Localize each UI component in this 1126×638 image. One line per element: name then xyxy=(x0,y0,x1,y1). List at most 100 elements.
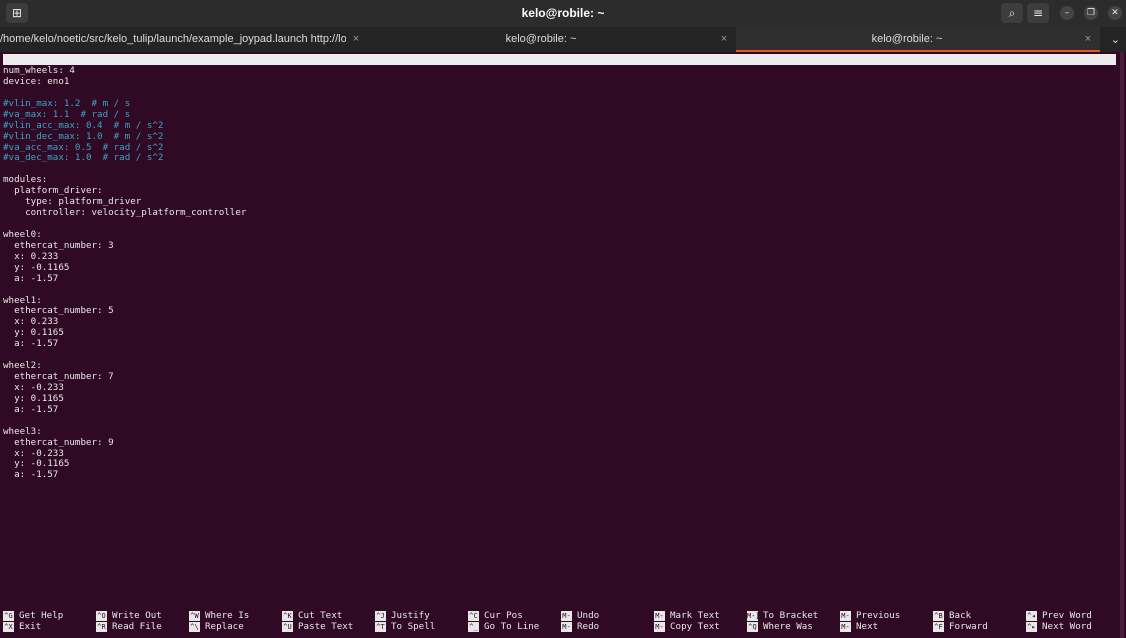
shortcut-key: ^C xyxy=(468,611,479,621)
shortcut-label: Next Word xyxy=(1042,621,1092,632)
code-line: wheel0: xyxy=(3,228,42,240)
code-line: ethercat_number: 5 xyxy=(3,305,114,317)
window-title: kelo@robile: ~ xyxy=(521,6,605,20)
shortcut-label: Get Help xyxy=(19,610,64,621)
shortcut-item: ^◂ Prev Word ^▸ Next Word xyxy=(1026,611,1116,633)
code-line: y: -0.1165 xyxy=(3,261,70,273)
code-line: controller: velocity_platform_controller xyxy=(3,207,247,219)
shortcut-key: ^G xyxy=(3,611,14,621)
tab-close-icon[interactable]: × xyxy=(718,27,730,52)
shortcut-label: To Spell xyxy=(391,621,436,632)
shortcut-label: Back xyxy=(949,610,972,621)
shortcut-label: Copy Text xyxy=(670,621,720,632)
shortcut-key: ^O xyxy=(96,611,107,621)
shortcut-key: M-E xyxy=(561,622,572,632)
shortcut-label: Next xyxy=(856,621,879,632)
shortcut-label: Redo xyxy=(577,621,600,632)
shortcut-key: ^T xyxy=(375,622,386,632)
nano-header-bar: GNU nano 4.8 noetic/src/kelo_tulip/confi… xyxy=(3,54,1116,98)
code-line: a: -1.57 xyxy=(3,272,59,284)
search-button[interactable]: ⌕ xyxy=(1001,3,1023,23)
code-line: x: 0.233 xyxy=(3,250,59,262)
shortcut-key: M-] xyxy=(747,611,758,621)
code-line: type: platform_driver xyxy=(3,196,142,208)
close-icon: ✕ xyxy=(1111,8,1119,18)
code-comment-line: #va_acc_max: 0.5 # rad / s^2 xyxy=(3,141,164,153)
shortcut-key: M-W xyxy=(840,622,851,632)
shortcut-label: Forward xyxy=(949,621,988,632)
tab-close-icon[interactable]: × xyxy=(350,27,362,52)
shortcut-label: Exit xyxy=(19,621,42,632)
code-line: y: 0.1165 xyxy=(3,327,64,339)
code-line: a: -1.57 xyxy=(3,403,59,415)
shortcut-key: ^\ xyxy=(189,622,200,632)
shortcut-item: ^O Write Out ^R Read File xyxy=(96,611,186,633)
shortcut-key: ^◂ xyxy=(1026,611,1037,621)
code-line: x: -0.233 xyxy=(3,381,64,393)
shortcut-key: M-U xyxy=(561,611,572,621)
code-line: ethercat_number: 9 xyxy=(3,436,114,448)
code-line: ethercat_number: 7 xyxy=(3,371,114,383)
code-line: x: -0.233 xyxy=(3,447,64,459)
shortcut-key: M-Q xyxy=(840,611,851,621)
shortcut-label: Paste Text xyxy=(298,621,354,632)
tab-label: kelo@robile: ~ xyxy=(505,33,577,45)
shortcut-label: To Bracket xyxy=(763,610,819,621)
tab-launch-file[interactable]: /home/kelo/noetic/src/kelo_tulip/launch/… xyxy=(0,27,368,52)
shortcut-key: ^Q xyxy=(747,622,758,632)
shortcut-label: Cut Text xyxy=(298,610,343,621)
shortcut-key: ^F xyxy=(933,622,944,632)
shortcut-label: Prev Word xyxy=(1042,610,1092,621)
terminal-scrollbar[interactable] xyxy=(1120,52,1124,638)
code-line: wheel2: xyxy=(3,360,42,372)
shortcut-key: ^K xyxy=(282,611,293,621)
tab-close-icon[interactable]: × xyxy=(1082,27,1094,52)
code-line: a: -1.57 xyxy=(3,338,59,350)
terminal-area[interactable]: GNU nano 4.8 noetic/src/kelo_tulip/confi… xyxy=(0,52,1126,638)
nano-modified-status: Modified xyxy=(1061,87,1106,98)
shortcut-label: Undo xyxy=(577,610,600,621)
shortcut-label: Where Is xyxy=(205,610,250,621)
shortcut-label: Replace xyxy=(205,621,244,632)
search-icon: ⌕ xyxy=(1008,6,1016,20)
menu-button[interactable]: ≡ xyxy=(1027,3,1049,23)
maximize-icon: ❐ xyxy=(1086,8,1096,18)
shortcut-key: ^B xyxy=(933,611,944,621)
close-window-button[interactable]: ✕ xyxy=(1108,6,1122,20)
shortcut-item: M-U Undo M-E Redo xyxy=(561,611,651,633)
shortcut-key: ^W xyxy=(189,611,200,621)
shortcut-label: Previous xyxy=(856,610,901,621)
shortcut-label: Write Out xyxy=(112,610,162,621)
code-comment-line: #va_dec_max: 1.0 # rad / s^2 xyxy=(3,152,164,164)
shortcut-item: ^C Cur Pos ^_ Go To Line xyxy=(468,611,558,633)
shortcut-item: ^K Cut Text ^U Paste Text xyxy=(282,611,372,633)
shortcut-key: ^U xyxy=(282,622,293,632)
minimize-button[interactable]: – xyxy=(1060,6,1074,20)
hamburger-menu-icon: ≡ xyxy=(1032,6,1044,20)
shortcut-item: ^W Where Is ^\ Replace xyxy=(189,611,279,633)
shortcut-label: Mark Text xyxy=(670,610,720,621)
shortcut-item: ^B Back ^F Forward xyxy=(933,611,1023,633)
code-line: wheel3: xyxy=(3,425,42,437)
shortcut-key: ^X xyxy=(3,622,14,632)
code-line: y: -0.1165 xyxy=(3,458,70,470)
nano-filename: noetic/src/kelo_tulip/config/example.yam… xyxy=(446,76,673,87)
shortcut-item: M-] To Bracket ^Q Where Was xyxy=(747,611,837,633)
code-line: a: -1.57 xyxy=(3,469,59,481)
code-comment-line: #va_max: 1.1 # rad / s xyxy=(3,108,131,120)
shortcut-key: ^_ xyxy=(468,622,479,632)
shortcut-label: Go To Line xyxy=(484,621,540,632)
shortcut-label: Read File xyxy=(112,621,162,632)
tab-list-chevron-down-icon[interactable]: ⌄ xyxy=(1111,27,1120,52)
shortcut-item: M-Q Previous M-W Next xyxy=(840,611,930,633)
maximize-button[interactable]: ❐ xyxy=(1084,6,1098,20)
code-line: ethercat_number: 3 xyxy=(3,239,114,251)
shortcut-item: M-A Mark Text M-6 Copy Text xyxy=(654,611,744,633)
window-titlebar: ⊞ kelo@robile: ~ ⌕ ≡ – ❐ ✕ xyxy=(0,0,1126,27)
shortcut-label: Where Was xyxy=(763,621,813,632)
tab-label: /home/kelo/noetic/src/kelo_tulip/launch/… xyxy=(0,33,346,45)
tab-terminal-2[interactable]: kelo@robile: ~ × xyxy=(368,27,736,52)
code-line: modules: xyxy=(3,174,48,186)
tab-terminal-3-active[interactable]: kelo@robile: ~ × xyxy=(736,27,1100,52)
code-line: platform_driver: xyxy=(3,185,103,197)
